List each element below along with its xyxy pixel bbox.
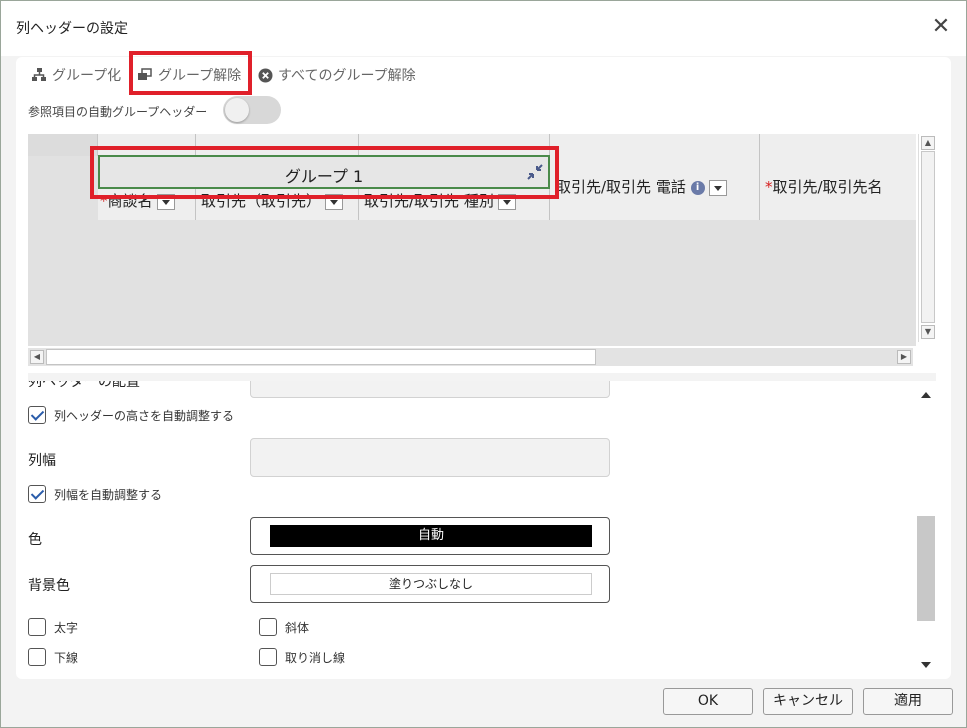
grid-corner: [28, 134, 98, 156]
close-icon: ✕: [931, 14, 951, 39]
underline-checkbox[interactable]: 下線: [28, 648, 78, 666]
required-mark: *: [765, 178, 773, 196]
checkbox-box[interactable]: [28, 618, 46, 636]
scroll-up-button[interactable]: ▲: [921, 136, 935, 150]
italic-label: 斜体: [285, 620, 310, 635]
auto-width-checkbox[interactable]: 列幅を自動調整する: [28, 485, 162, 503]
background-color-label: 背景色: [28, 578, 70, 594]
column-header-settings-dialog: 列ヘッダーの設定 ✕ グループ化 グループ解除 すべてのグループ解除 参照項目の…: [0, 0, 967, 728]
section-divider: [28, 373, 936, 381]
checkbox-box[interactable]: [259, 648, 277, 666]
info-icon: i: [690, 180, 705, 195]
column-header-account-name[interactable]: *取引先/取引先名: [760, 134, 916, 220]
checkbox-box[interactable]: [28, 485, 46, 503]
scroll-thumb[interactable]: [917, 516, 935, 621]
hierarchy-icon: [32, 68, 46, 81]
form-vertical-scrollbar[interactable]: [916, 381, 936, 677]
group-button-label: グループ化: [52, 68, 122, 84]
background-swatch: 塗りつぶしなし: [270, 573, 592, 595]
apply-button[interactable]: 適用: [863, 688, 953, 715]
background-color-picker[interactable]: 塗りつぶしなし: [250, 565, 610, 603]
ungroup-all-button[interactable]: すべてのグループ解除: [258, 66, 416, 84]
ungroup-highlight-box: [129, 51, 252, 95]
scroll-thumb[interactable]: [921, 151, 935, 323]
auto-group-header-toggle[interactable]: [223, 96, 281, 124]
ok-button[interactable]: OK: [663, 688, 753, 715]
column-width-label: 列幅: [28, 453, 56, 469]
checkbox-box[interactable]: [28, 648, 46, 666]
scroll-down-arrow-icon[interactable]: [921, 662, 931, 668]
auto-group-header-label: 参照項目の自動グループヘッダー: [28, 105, 208, 119]
toggle-knob: [225, 98, 249, 122]
color-label: 色: [28, 532, 42, 548]
bold-label: 太字: [54, 620, 79, 635]
group-button[interactable]: グループ化: [31, 66, 121, 84]
auto-width-label: 列幅を自動調整する: [54, 487, 163, 502]
checkbox-box[interactable]: [259, 618, 277, 636]
dialog-title: 列ヘッダーの設定: [16, 21, 128, 37]
scroll-up-arrow-icon[interactable]: [921, 392, 931, 398]
underline-label: 下線: [54, 650, 79, 665]
alignment-label: 列ヘッダーの配置: [28, 381, 140, 390]
color-swatch: 自動: [270, 525, 592, 547]
strikethrough-checkbox[interactable]: 取り消し線: [259, 648, 345, 666]
column-header-account-phone[interactable]: 取引先/取引先 電話 i: [550, 134, 760, 220]
column-header-text: 取引先/取引先 電話 i: [556, 176, 727, 206]
ungroup-all-button-label: すべてのグループ解除: [278, 68, 416, 84]
scroll-thumb[interactable]: [46, 349, 596, 365]
color-picker[interactable]: 自動: [250, 517, 610, 555]
group-highlight-box: [90, 146, 559, 199]
remove-circle-icon: [258, 68, 273, 82]
scroll-left-button[interactable]: ◀: [30, 350, 44, 364]
auto-height-label: 列ヘッダーの高さを自動調整する: [54, 408, 235, 423]
grid-vertical-scrollbar[interactable]: ▲ ▼: [918, 134, 936, 342]
settings-form: 列ヘッダーの配置 列ヘッダーの高さを自動調整する 列幅 列幅を自動調整する 色 …: [28, 381, 914, 677]
column-width-field[interactable]: [250, 438, 610, 477]
scroll-right-button[interactable]: ▶: [897, 350, 911, 364]
italic-checkbox[interactable]: 斜体: [259, 618, 309, 636]
grid-horizontal-scrollbar[interactable]: ◀ ▶: [28, 348, 913, 366]
column-dropdown-button[interactable]: [708, 179, 727, 196]
strikethrough-label: 取り消し線: [285, 650, 346, 665]
scroll-down-button[interactable]: ▼: [921, 325, 935, 339]
checkbox-box[interactable]: [28, 406, 46, 424]
title-bar: 列ヘッダーの設定 ✕: [1, 1, 966, 56]
alignment-field[interactable]: [250, 381, 610, 398]
close-button[interactable]: ✕: [927, 13, 955, 41]
column-label: 取引先/取引先名: [772, 178, 883, 196]
bold-checkbox[interactable]: 太字: [28, 618, 78, 636]
auto-height-checkbox[interactable]: 列ヘッダーの高さを自動調整する: [28, 406, 234, 424]
column-label: 取引先/取引先 電話: [556, 178, 686, 196]
cancel-button[interactable]: キャンセル: [763, 688, 853, 715]
column-header-text: *取引先/取引先名: [765, 176, 883, 206]
